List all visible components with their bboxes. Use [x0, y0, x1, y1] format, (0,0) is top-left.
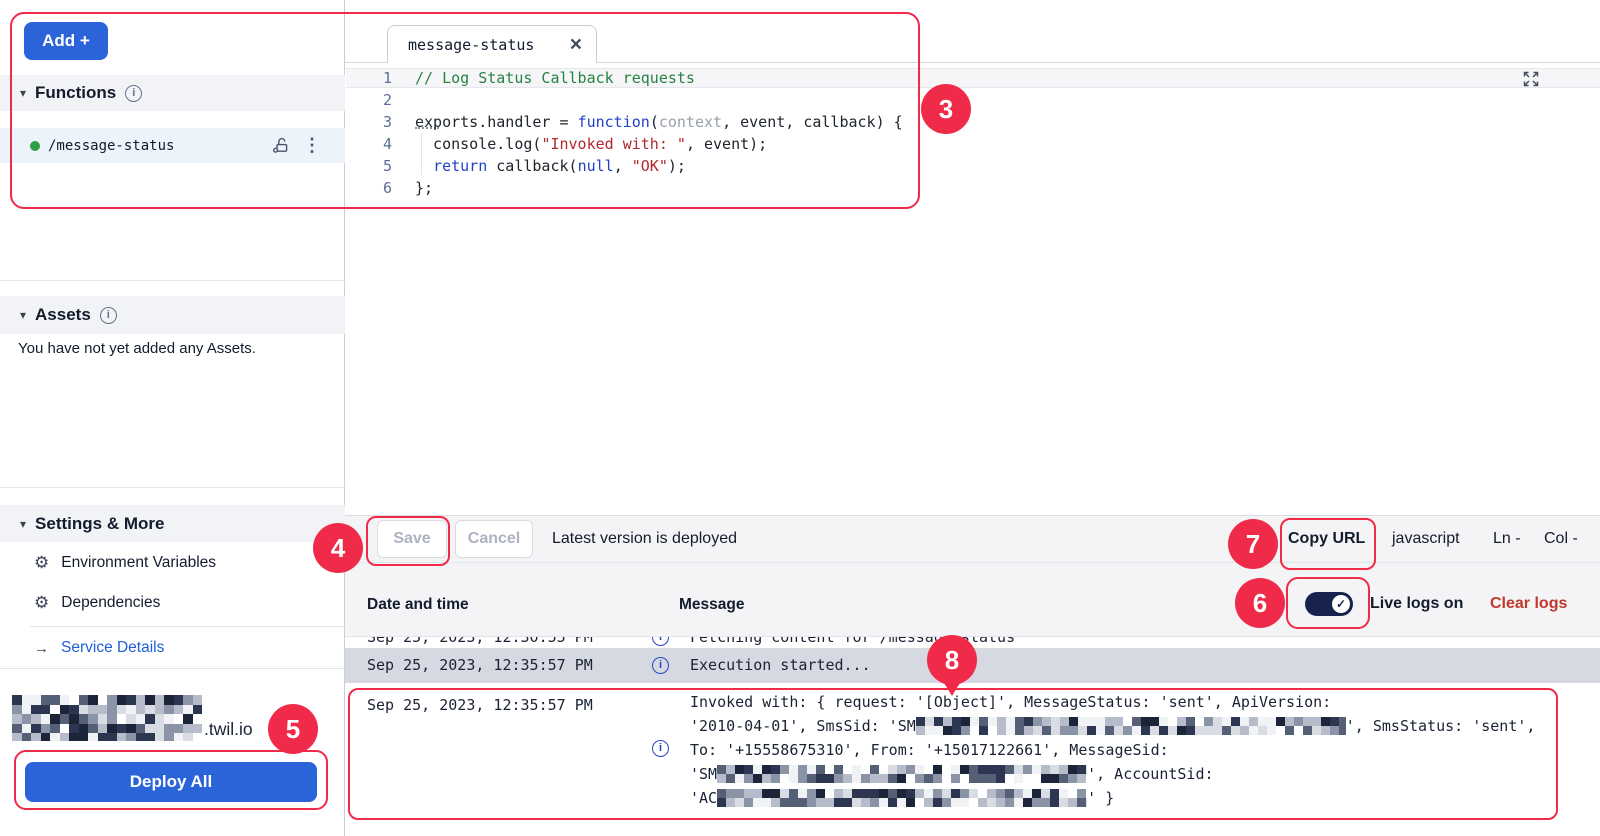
log-timestamp: Sep 25, 2023, 12:35:57 PM — [367, 656, 593, 674]
annotation-step-5: 5 — [268, 704, 318, 754]
annotation-step-4: 4 — [313, 523, 363, 573]
arrow-right-icon: → — [34, 640, 49, 657]
annotation-step-7: 7 — [1228, 519, 1278, 569]
line-indicator: Ln - — [1493, 530, 1521, 548]
divider — [0, 668, 345, 669]
sidebar-item-environment-variables[interactable]: ⚙ Environment Variables — [0, 546, 345, 580]
annotation-step-8: 8 — [927, 635, 977, 685]
message-column-header: Message — [679, 596, 744, 614]
settings-item-label: Environment Variables — [61, 554, 216, 572]
language-indicator: javascript — [1392, 530, 1460, 548]
assets-empty-message: You have not yet added any Assets. — [18, 340, 256, 357]
cancel-button[interactable]: Cancel — [455, 520, 533, 558]
service-details-link: Service Details — [61, 639, 164, 657]
date-column-header: Date and time — [367, 596, 469, 614]
settings-section-header[interactable]: ▾ Settings & More — [0, 505, 345, 542]
divider — [30, 626, 345, 627]
sidebar-item-dependencies[interactable]: ⚙ Dependencies — [0, 586, 345, 620]
annotation-step-6: 6 — [1235, 578, 1285, 628]
info-icon: i — [652, 657, 669, 674]
redacted-service-domain — [12, 695, 202, 741]
settings-item-label: Dependencies — [61, 594, 160, 612]
assets-section-header[interactable]: ▾ Assets i — [0, 296, 345, 334]
annotation-box-deploy — [14, 750, 328, 810]
annotation-step-3: 3 — [921, 84, 971, 134]
gear-icon: ⚙ — [34, 553, 49, 573]
clear-logs-button[interactable]: Clear logs — [1490, 595, 1567, 613]
column-indicator: Col - — [1544, 530, 1578, 548]
divider — [0, 280, 345, 281]
expand-editor-icon[interactable] — [1522, 70, 1540, 93]
log-timestamp: Sep 25, 2023, 12:30:55 PM — [367, 637, 593, 646]
annotation-box-editor — [10, 12, 920, 209]
divider — [0, 487, 345, 488]
annotation-box-log-entry — [348, 688, 1558, 820]
sidebar-item-service-details[interactable]: → Service Details — [0, 631, 345, 665]
chevron-down-icon: ▾ — [20, 308, 26, 322]
log-message: Execution started... — [690, 656, 871, 674]
info-icon[interactable]: i — [100, 307, 117, 324]
chevron-down-icon: ▾ — [20, 517, 26, 531]
deploy-status-message: Latest version is deployed — [552, 530, 737, 548]
live-logs-label: Live logs on — [1370, 595, 1463, 613]
annotation-box-copy-url — [1280, 518, 1376, 570]
annotation-box-save — [366, 516, 450, 566]
info-icon: i — [652, 637, 669, 646]
twilio-functions-editor: Add + ▾ Functions i /message-status ⋮ ▾ … — [0, 0, 1600, 836]
gear-icon: ⚙ — [34, 593, 49, 613]
annotation-box-toggle — [1286, 577, 1370, 629]
settings-title: Settings & More — [35, 514, 164, 534]
assets-title: Assets — [35, 305, 91, 325]
domain-suffix: .twil.io — [204, 719, 253, 740]
